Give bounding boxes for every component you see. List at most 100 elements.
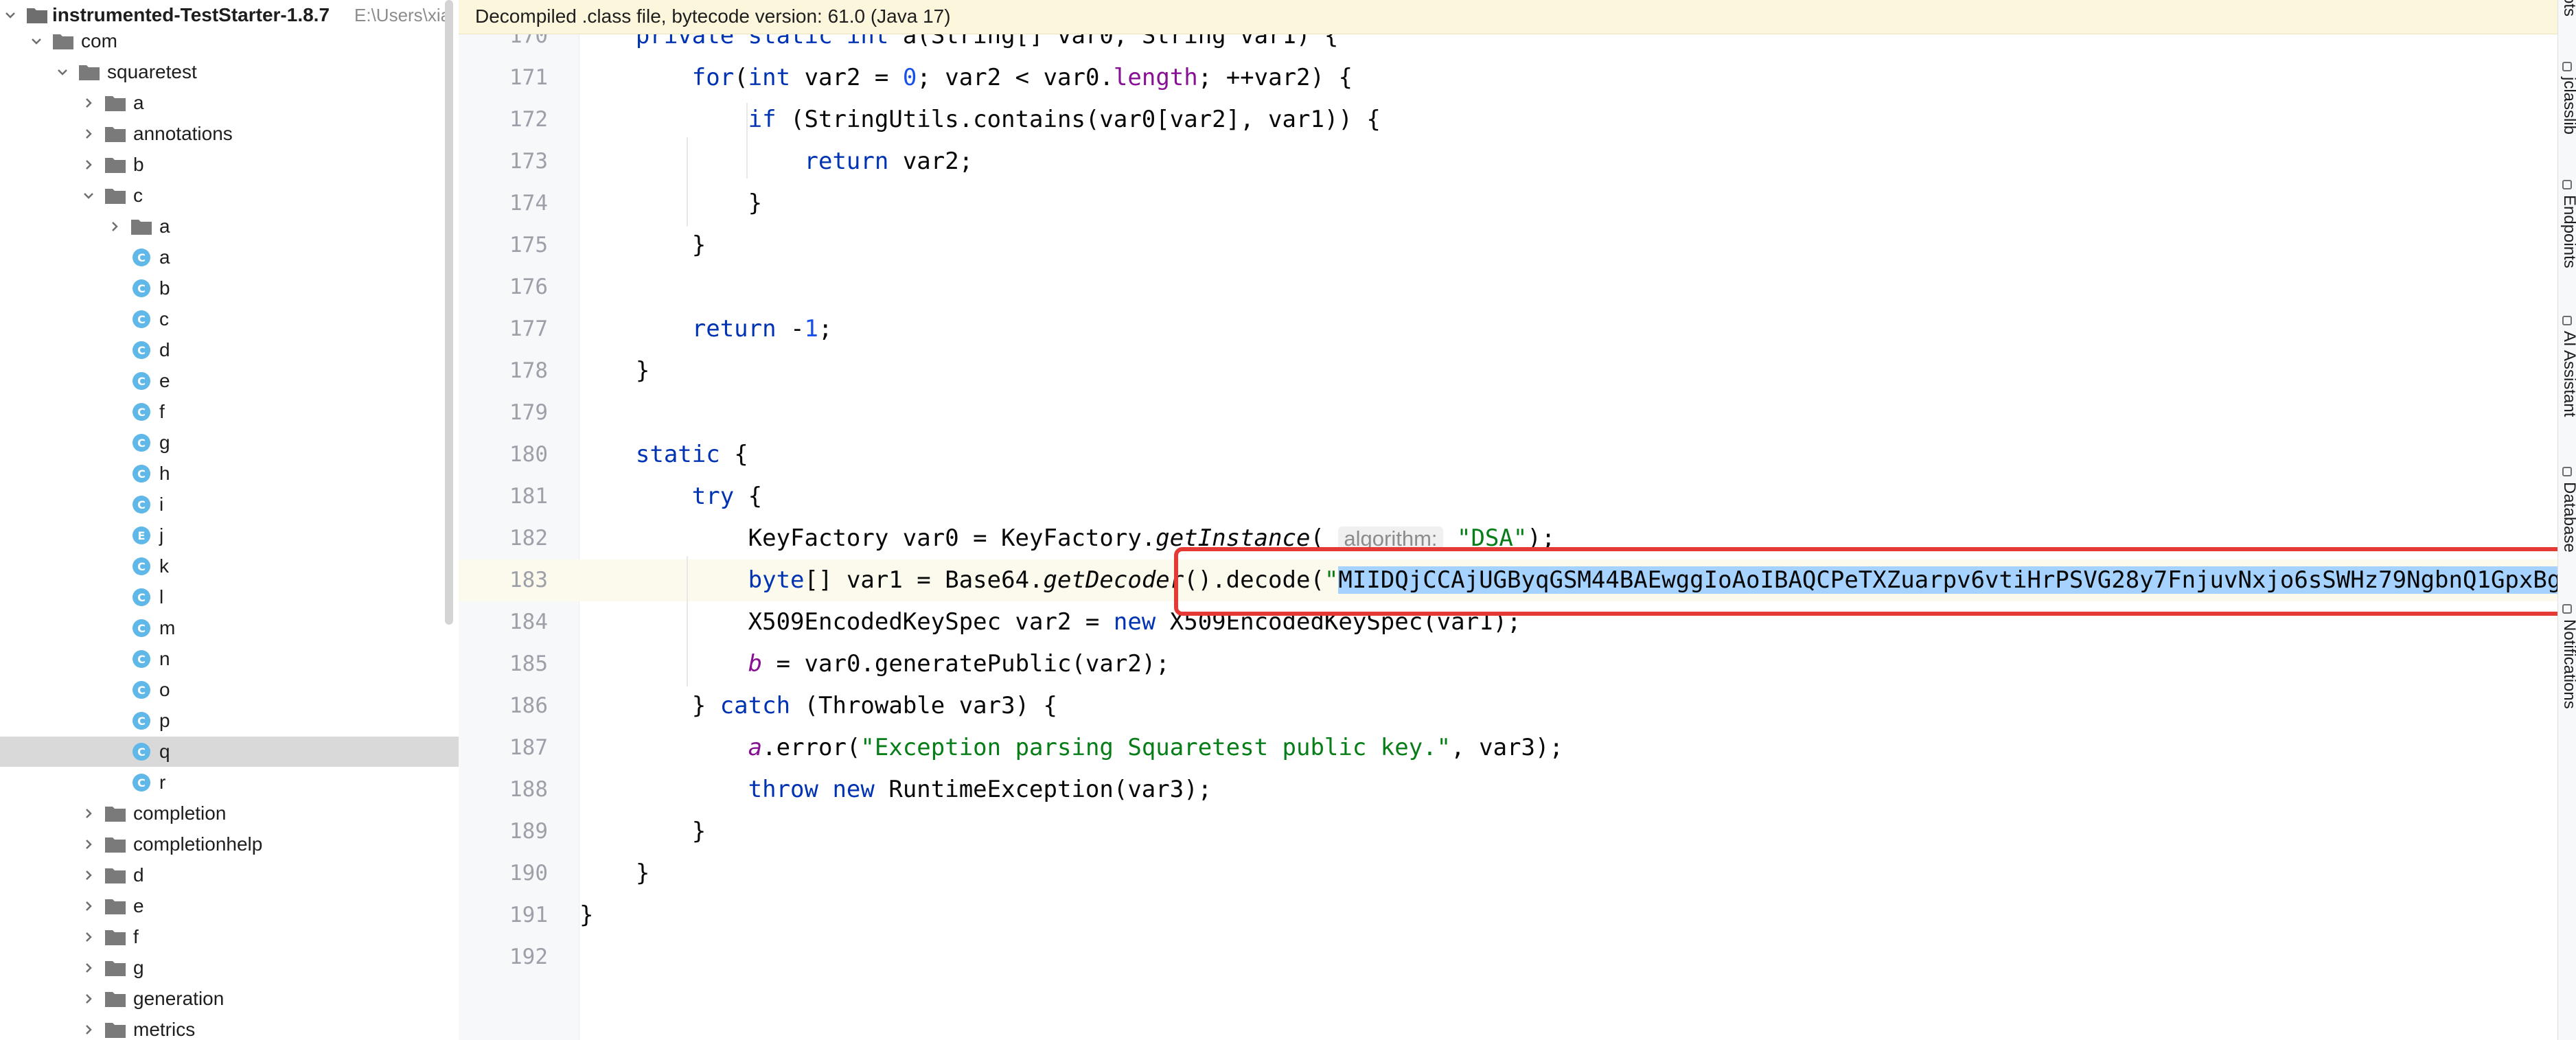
chevron-right-icon[interactable] <box>81 960 96 975</box>
folder-icon <box>104 94 126 112</box>
chevron-right-icon[interactable] <box>81 126 96 141</box>
code-line[interactable]: if (StringUtils.contains(var0[var2], var… <box>579 99 2557 141</box>
class-icon: C <box>133 557 150 575</box>
tree-folder-row[interactable]: g <box>0 953 459 983</box>
code-line[interactable]: static { <box>579 434 2557 476</box>
tree-folder-row[interactable]: c <box>0 181 459 211</box>
code-token: (Throwable var3) { <box>804 692 1057 719</box>
tree-class-row[interactable]: Cd <box>0 335 459 365</box>
parameter-hint: algorithm: <box>1338 527 1443 551</box>
chevron-down-icon[interactable] <box>29 34 44 49</box>
tree-folder-row[interactable]: squaretest <box>0 57 459 87</box>
tree-item-label: i <box>159 494 164 515</box>
code-line[interactable]: KeyFactory var0 = KeyFactory.getInstance… <box>579 518 2557 559</box>
chevron-right-icon[interactable] <box>81 929 96 945</box>
chevron-right-icon[interactable] <box>81 806 96 821</box>
tree-folder-row[interactable]: completion <box>0 798 459 829</box>
code-line[interactable]: } <box>579 350 2557 392</box>
tree-folder-row[interactable]: f <box>0 922 459 952</box>
chevron-right-icon[interactable] <box>81 837 96 852</box>
selected-text: MIIDQjCCAjUGByqGSM44BAEwggIoAoIBAQCPeTXZ… <box>1338 566 2557 594</box>
code-token: - <box>790 315 805 343</box>
code-line[interactable] <box>579 936 2557 978</box>
tree-folder-row[interactable]: generation <box>0 984 459 1014</box>
code-line[interactable]: X509EncodedKeySpec var2 = new X509Encode… <box>579 601 2557 643</box>
line-number: 185 <box>509 651 548 676</box>
tree-class-row[interactable]: Cn <box>0 644 459 674</box>
tree-class-row[interactable]: Cb <box>0 273 459 303</box>
line-number: 187 <box>509 735 548 760</box>
tree-class-row[interactable]: Cp <box>0 706 459 736</box>
chevron-right-icon[interactable] <box>81 868 96 883</box>
tree-folder-row[interactable]: annotations <box>0 119 459 149</box>
code-line[interactable]: b = var0.generatePublic(var2); <box>579 643 2557 685</box>
tree-folder-row[interactable]: e <box>0 891 459 921</box>
tree-item-label: e <box>159 370 170 391</box>
code-line[interactable]: throw new RuntimeException(var3); <box>579 769 2557 811</box>
chevron-down-icon[interactable] <box>81 188 96 203</box>
tree-class-row[interactable]: Cg <box>0 428 459 458</box>
code-line[interactable]: } <box>579 224 2557 266</box>
tree-folder-row[interactable]: a <box>0 211 459 242</box>
tree-class-row[interactable]: Ci <box>0 489 459 520</box>
line-number: 177 <box>509 316 548 341</box>
tree-class-row[interactable]: Ej <box>0 520 459 551</box>
code-token: a <box>748 734 763 761</box>
tree-class-row[interactable]: Ca <box>0 242 459 273</box>
decompiled-notice-banner: Decompiled .class file, bytecode version… <box>459 0 2557 34</box>
code-line[interactable]: return var2; <box>579 141 2557 183</box>
chevron-right-icon[interactable] <box>107 219 122 234</box>
code-token: X509EncodedKeySpec(var1); <box>1169 608 1521 636</box>
chevron-right-icon[interactable] <box>81 991 96 1006</box>
project-tree: instrumented-TestStarter-1.8.7 E:\Users\… <box>0 0 459 1040</box>
tree-folder-row[interactable]: d <box>0 860 459 890</box>
tree-class-row[interactable]: Ch <box>0 459 459 489</box>
tree-class-row[interactable]: Cc <box>0 304 459 334</box>
code-line[interactable]: a.error("Exception parsing Squaretest pu… <box>579 727 2557 769</box>
code-token: } <box>579 818 706 845</box>
class-icon: C <box>133 403 150 421</box>
code-line[interactable]: } catch (Throwable var3) { <box>579 685 2557 727</box>
code-line[interactable]: for(int var2 = 0; var2 < var0.length; ++… <box>579 57 2557 99</box>
code-line[interactable] <box>579 266 2557 308</box>
tree-item-label: g <box>133 957 144 978</box>
code-token: getInstance <box>1155 524 1311 552</box>
code-line[interactable]: return -1; <box>579 308 2557 350</box>
code-line[interactable]: } <box>579 183 2557 224</box>
tree-class-row[interactable]: Cq <box>0 737 459 767</box>
code-line[interactable]: } <box>579 853 2557 894</box>
code-token: { <box>734 441 748 468</box>
tree-folder-row[interactable]: metrics <box>0 1015 459 1040</box>
tree-item-label: a <box>133 92 144 113</box>
chevron-down-icon[interactable] <box>3 8 18 23</box>
tree-class-row[interactable]: Cr <box>0 767 459 798</box>
tree-item-label: o <box>159 679 170 700</box>
chevron-down-icon[interactable] <box>55 65 70 80</box>
folder-icon <box>104 866 126 884</box>
code-editor[interactable]: 170 171 172 173 174 175 176 177 178 179 180 181 182 1… <box>459 0 2557 1040</box>
tree-class-row[interactable]: Co <box>0 675 459 705</box>
code-token: if <box>748 106 791 133</box>
tree-class-row[interactable]: Ce <box>0 366 459 396</box>
chevron-right-icon[interactable] <box>81 899 96 914</box>
class-icon: C <box>133 434 150 452</box>
tree-scrollbar[interactable] <box>445 0 453 625</box>
tree-class-row[interactable]: Cl <box>0 582 459 612</box>
code-line[interactable] <box>579 392 2557 434</box>
chevron-right-icon[interactable] <box>81 95 96 111</box>
tree-folder-row[interactable]: com <box>0 26 459 56</box>
tree-class-row[interactable]: Cf <box>0 397 459 427</box>
code-token: { <box>748 483 763 510</box>
chevron-right-icon[interactable] <box>81 157 96 172</box>
tree-class-row[interactable]: Ck <box>0 551 459 581</box>
tree-folder-row[interactable]: completionhelp <box>0 829 459 859</box>
tree-folder-row[interactable]: a <box>0 88 459 118</box>
tree-folder-row[interactable]: b <box>0 150 459 180</box>
code-line[interactable]: } <box>579 811 2557 853</box>
code-line[interactable]: byte[] var1 = Base64.getDecoder().decode… <box>579 559 2557 601</box>
tree-class-row[interactable]: Cm <box>0 613 459 643</box>
chevron-right-icon[interactable] <box>81 1022 96 1037</box>
code-line[interactable]: try { <box>579 476 2557 518</box>
code-line[interactable]: } <box>579 894 2557 936</box>
